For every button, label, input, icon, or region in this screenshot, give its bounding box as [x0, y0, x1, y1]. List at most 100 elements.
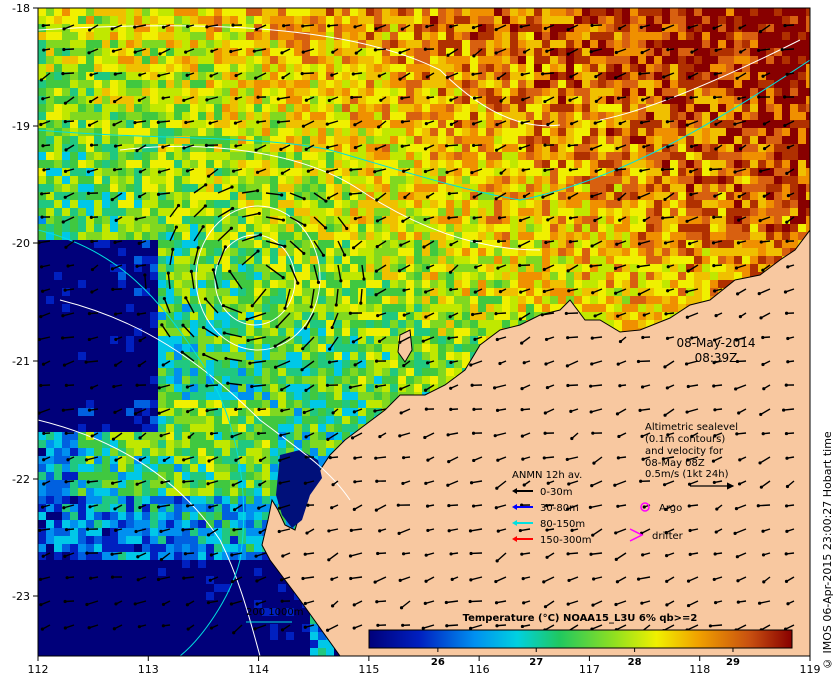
sst-cell	[150, 128, 158, 136]
sst-cell	[406, 376, 414, 384]
sst-cell	[510, 144, 518, 152]
sst-cell	[710, 128, 718, 136]
sst-cell	[462, 216, 470, 224]
sst-cell	[70, 200, 78, 208]
sst-cell	[150, 216, 158, 224]
sst-cell	[158, 352, 166, 360]
sst-cell	[334, 248, 342, 256]
sst-cell	[750, 216, 758, 224]
sst-cell	[422, 160, 430, 168]
sst-cell	[54, 328, 62, 336]
sst-cell	[470, 80, 478, 88]
sst-cell	[214, 128, 222, 136]
sst-cell	[790, 16, 798, 24]
sst-cell	[278, 264, 286, 272]
sst-cell	[790, 112, 798, 120]
sst-cell	[518, 56, 526, 64]
sst-cell	[174, 160, 182, 168]
sst-cell	[126, 80, 134, 88]
sst-cell	[158, 256, 166, 264]
sst-cell	[366, 296, 374, 304]
sst-cell	[198, 128, 206, 136]
sst-cell	[590, 200, 598, 208]
sst-cell	[78, 96, 86, 104]
sst-cell	[654, 240, 662, 248]
sst-cell	[462, 208, 470, 216]
sst-cell	[702, 104, 710, 112]
sst-cell	[510, 224, 518, 232]
sst-cell	[118, 40, 126, 48]
sst-cell	[710, 272, 718, 280]
sst-cell	[646, 176, 654, 184]
sst-cell	[126, 144, 134, 152]
sst-cell	[294, 256, 302, 264]
sst-cell	[358, 56, 366, 64]
sst-cell	[654, 256, 662, 264]
sst-cell	[190, 56, 198, 64]
sst-cell	[158, 312, 166, 320]
sst-cell	[470, 32, 478, 40]
sst-cell	[382, 344, 390, 352]
sst-cell	[126, 400, 134, 408]
sst-cell	[102, 328, 110, 336]
sst-cell	[398, 136, 406, 144]
sst-cell	[190, 64, 198, 72]
sst-cell	[206, 344, 214, 352]
sst-cell	[598, 80, 606, 88]
sst-cell	[78, 136, 86, 144]
sst-cell	[102, 320, 110, 328]
sst-cell	[750, 192, 758, 200]
sst-cell	[86, 56, 94, 64]
sst-cell	[454, 352, 462, 360]
sst-cell	[550, 296, 558, 304]
sst-cell	[118, 272, 126, 280]
sst-cell	[486, 64, 494, 72]
sst-cell	[470, 40, 478, 48]
sst-cell	[686, 224, 694, 232]
sst-cell	[238, 400, 246, 408]
sst-cell	[238, 336, 246, 344]
sst-cell	[110, 160, 118, 168]
sst-cell	[574, 8, 582, 16]
sst-cell	[726, 224, 734, 232]
sst-cell	[630, 128, 638, 136]
sst-cell	[142, 304, 150, 312]
sst-cell	[358, 112, 366, 120]
sst-cell	[510, 80, 518, 88]
sst-cell	[798, 24, 806, 32]
sst-cell	[142, 32, 150, 40]
sst-cell	[110, 328, 118, 336]
sst-cell	[206, 248, 214, 256]
sst-cell	[766, 160, 774, 168]
sst-cell	[438, 272, 446, 280]
sst-cell	[766, 128, 774, 136]
sst-cell	[134, 136, 142, 144]
sst-cell	[358, 160, 366, 168]
sst-cell	[366, 344, 374, 352]
sst-cell	[246, 104, 254, 112]
sst-cell	[318, 208, 326, 216]
sst-cell	[86, 280, 94, 288]
sst-cell	[358, 400, 366, 408]
sst-cell	[790, 232, 798, 240]
sst-cell	[118, 208, 126, 216]
sst-cell	[358, 32, 366, 40]
sst-cell	[526, 112, 534, 120]
sst-cell	[134, 40, 142, 48]
sst-cell	[182, 64, 190, 72]
sst-cell	[350, 400, 358, 408]
sst-cell	[342, 240, 350, 248]
sst-cell	[646, 184, 654, 192]
sst-cell	[502, 64, 510, 72]
sst-cell	[742, 56, 750, 64]
sst-cell	[102, 240, 110, 248]
sst-cell	[302, 16, 310, 24]
sst-cell	[278, 296, 286, 304]
sst-cell	[670, 32, 678, 40]
sst-cell	[158, 80, 166, 88]
sst-cell	[726, 192, 734, 200]
sst-cell	[638, 232, 646, 240]
sst-cell	[702, 160, 710, 168]
sst-cell	[110, 224, 118, 232]
sst-cell	[406, 32, 414, 40]
